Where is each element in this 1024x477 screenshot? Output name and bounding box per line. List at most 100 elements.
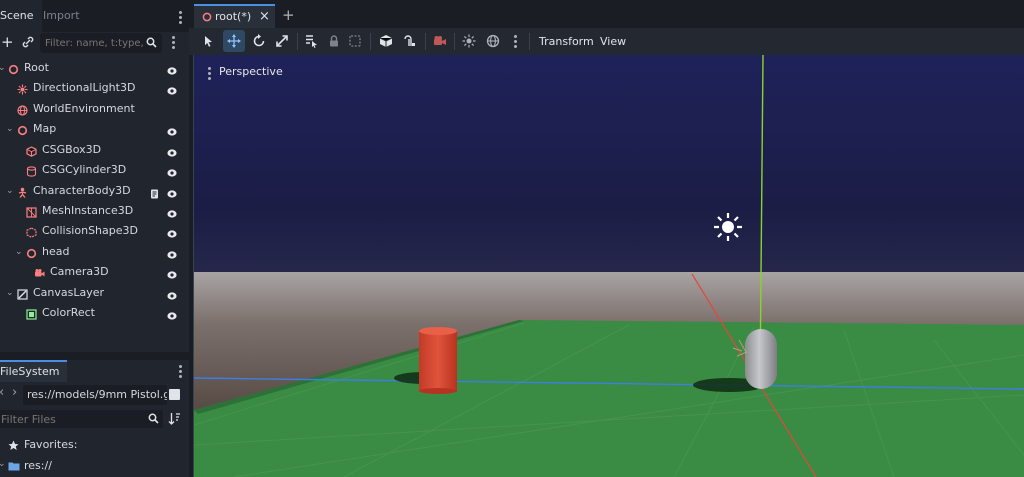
- tree-row-directional-light[interactable]: DirectionalLight3D: [0, 78, 189, 98]
- tree-row-csgcylinder[interactable]: CSGCylinder3D: [0, 160, 189, 180]
- dock-split-handle[interactable]: [0, 352, 189, 360]
- node3d-icon: [8, 62, 19, 75]
- select-tool-icon[interactable]: [201, 33, 217, 49]
- path-field[interactable]: res://models/9mm Pistol.gl: [23, 385, 167, 405]
- sky: [194, 55, 1024, 275]
- tab-label: root(*): [215, 10, 252, 23]
- viewport-scene: [194, 55, 1024, 477]
- visibility-eye-icon[interactable]: [167, 186, 177, 198]
- sun-gizmo[interactable]: [714, 213, 742, 241]
- transform-menu[interactable]: Transform: [539, 28, 594, 55]
- toolbar-separator: [425, 33, 426, 50]
- favorites-label: Favorites:: [24, 438, 78, 451]
- tab-import[interactable]: Import: [35, 0, 88, 32]
- scene-dock-menu-icon[interactable]: [179, 11, 183, 26]
- tree-row-label: CSGCylinder3D: [42, 163, 127, 176]
- toggle-split-icon[interactable]: [169, 389, 180, 400]
- tree-row-world-environment[interactable]: WorldEnvironment: [0, 99, 189, 119]
- visibility-eye-icon[interactable]: [167, 124, 177, 136]
- expand-arrow-icon[interactable]: ⌄: [15, 242, 23, 262]
- tree-row-character-body[interactable]: ⌄ CharacterBody3D: [0, 181, 189, 201]
- res-root-label[interactable]: res://: [24, 459, 52, 473]
- snap-icon[interactable]: [402, 33, 418, 49]
- collision-icon: [26, 225, 37, 238]
- tree-row-label: Root: [24, 61, 49, 74]
- viewport-toolbar: Transform View: [189, 28, 1024, 55]
- scene-filter-input[interactable]: [40, 33, 162, 53]
- instance-scene-icon[interactable]: [21, 35, 35, 49]
- search-icon: [148, 413, 159, 424]
- visibility-eye-icon[interactable]: [167, 267, 177, 279]
- add-tab-icon[interactable]: +: [282, 7, 295, 23]
- globe-icon: [17, 103, 28, 116]
- filter-files-field[interactable]: [0, 411, 143, 428]
- cylinder-mesh[interactable]: [419, 331, 457, 391]
- environment-preview-icon[interactable]: [485, 33, 501, 49]
- cylinder-top: [419, 327, 457, 335]
- sun-preview-icon[interactable]: [461, 33, 477, 49]
- tree-row-canvas-layer[interactable]: ⌄ CanvasLayer: [0, 283, 189, 303]
- tree-row-collision-shape[interactable]: CollisionShape3D: [0, 221, 189, 241]
- 3d-viewport[interactable]: Perspective: [193, 55, 1024, 477]
- light-icon: [17, 82, 28, 95]
- tree-row-label: Camera3D: [50, 265, 109, 278]
- toolbar-separator: [370, 33, 371, 50]
- star-icon: [8, 440, 19, 451]
- tree-row-root[interactable]: ⌄ Root: [0, 58, 189, 78]
- scene-dock: Scene Import + ⌄ Root DirectionalLight3D…: [0, 0, 189, 477]
- rotate-tool-icon[interactable]: [251, 33, 267, 49]
- filesystem-menu-icon[interactable]: [179, 365, 183, 380]
- filter-files-input[interactable]: [0, 410, 163, 428]
- move-tool-button[interactable]: [223, 30, 245, 52]
- group-icon[interactable]: [347, 33, 363, 49]
- expand-arrow-icon[interactable]: ⌄: [6, 119, 14, 139]
- visibility-eye-icon[interactable]: [167, 226, 177, 238]
- cylinder-bottom: [419, 388, 457, 394]
- camera-preview-icon[interactable]: [432, 33, 448, 49]
- tree-row-color-rect[interactable]: ColorRect: [0, 303, 189, 323]
- character-body-icon: [17, 185, 28, 198]
- toolbar-separator: [454, 33, 455, 50]
- tree-row-csgbox[interactable]: CSGBox3D: [0, 140, 189, 160]
- visibility-eye-icon[interactable]: [167, 83, 177, 95]
- tab-root-scene[interactable]: root(*) ×: [194, 4, 275, 30]
- view-menu[interactable]: View: [600, 28, 626, 55]
- tree-row-mesh-instance[interactable]: MeshInstance3D: [0, 201, 189, 221]
- visibility-eye-icon[interactable]: [167, 308, 177, 320]
- tab-filesystem[interactable]: FileSystem: [0, 360, 68, 382]
- scene-dock-tabbar: Scene Import: [0, 0, 189, 32]
- visibility-eye-icon[interactable]: [167, 206, 177, 218]
- forward-arrow-icon[interactable]: ›: [12, 386, 17, 400]
- toolbar-separator: [529, 33, 530, 50]
- tree-row-head[interactable]: ⌄ head: [0, 242, 189, 262]
- scale-tool-icon[interactable]: [274, 33, 290, 49]
- add-node-icon[interactable]: +: [1, 34, 14, 50]
- expand-arrow-icon[interactable]: ⌄: [0, 58, 6, 78]
- capsule-mesh[interactable]: [745, 329, 777, 389]
- back-arrow-icon[interactable]: ‹: [0, 386, 4, 400]
- tree-row-map[interactable]: ⌄ Map: [0, 119, 189, 139]
- lock-icon[interactable]: [326, 33, 342, 49]
- scene-filter-menu-icon[interactable]: [172, 36, 176, 51]
- scene-filter-field[interactable]: [43, 34, 145, 52]
- script-icon[interactable]: [150, 186, 159, 199]
- visibility-eye-icon[interactable]: [167, 145, 177, 157]
- expand-arrow-icon[interactable]: ⌄: [0, 459, 6, 469]
- viewport-menu-icon[interactable]: [208, 67, 212, 82]
- list-select-icon[interactable]: [303, 33, 319, 49]
- visibility-eye-icon[interactable]: [167, 288, 177, 300]
- sort-icon[interactable]: [168, 412, 181, 425]
- visibility-eye-icon[interactable]: [167, 247, 177, 259]
- expand-arrow-icon[interactable]: ⌄: [6, 283, 14, 303]
- close-icon[interactable]: ×: [259, 6, 270, 28]
- folder-icon: [8, 461, 20, 471]
- local-space-icon[interactable]: [378, 33, 394, 49]
- toolbar-more-icon[interactable]: [514, 35, 518, 50]
- tree-row-label: DirectionalLight3D: [33, 81, 136, 94]
- visibility-eye-icon[interactable]: [167, 165, 177, 177]
- visibility-eye-icon[interactable]: [167, 63, 177, 75]
- perspective-label[interactable]: Perspective: [219, 65, 283, 79]
- search-icon: [146, 37, 157, 48]
- tree-row-camera[interactable]: Camera3D: [0, 262, 189, 282]
- expand-arrow-icon[interactable]: ⌄: [6, 181, 14, 201]
